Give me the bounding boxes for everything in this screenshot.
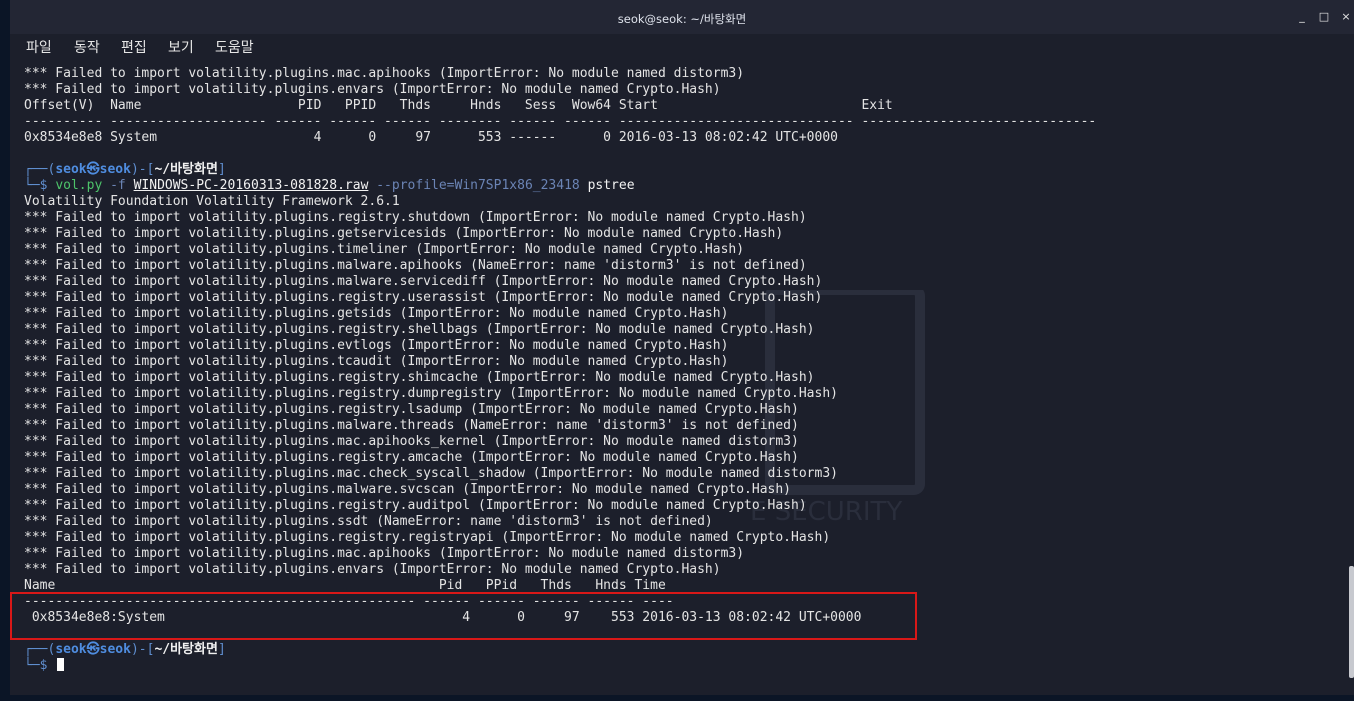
command-line: └─$ vol.py -f WINDOWS-PC-20160313-081828… xyxy=(24,178,635,194)
menu-bar: 파일 동작 편집 보기 도움말 xyxy=(10,34,1354,58)
output-line: *** Failed to import volatility.plugins.… xyxy=(24,402,799,417)
prompt-bracket-end: ] xyxy=(217,642,226,657)
command-flag-file: -f xyxy=(110,178,126,193)
output-line: *** Failed to import volatility.plugins.… xyxy=(24,546,745,561)
prompt-path: ~/바탕화면 xyxy=(154,162,218,177)
prompt-host: seok xyxy=(99,162,131,177)
output-line: *** Failed to import volatility.plugins.… xyxy=(24,338,729,353)
minimize-button[interactable]: _ xyxy=(1294,9,1310,25)
output-line: *** Failed to import volatility.plugins.… xyxy=(24,418,799,433)
prompt-user: seok xyxy=(55,642,87,657)
prompt-header-line: ┌──(seok㉿seok)-[~/바탕화면] xyxy=(24,642,226,658)
output-line: *** Failed to import volatility.plugins.… xyxy=(24,450,799,465)
menu-edit[interactable]: 편집 xyxy=(121,37,147,57)
prompt-user: seok xyxy=(55,162,87,177)
close-button[interactable]: × xyxy=(1338,9,1354,25)
window-title: seok@seok: ~/바탕화면 xyxy=(617,12,747,26)
menu-view[interactable]: 보기 xyxy=(168,37,194,57)
output-line: *** Failed to import volatility.plugins.… xyxy=(24,66,745,81)
output-line: *** Failed to import volatility.plugins.… xyxy=(24,466,838,481)
output-line: *** Failed to import volatility.plugins.… xyxy=(24,514,713,529)
output-line: *** Failed to import volatility.plugins.… xyxy=(24,498,807,513)
prompt-dollar: └─$ xyxy=(24,178,56,193)
output-line: *** Failed to import volatility.plugins.… xyxy=(24,210,807,225)
prompt-header-line: ┌──(seok㉿seok)-[~/바탕화면] xyxy=(24,162,226,178)
output-line: *** Failed to import volatility.plugins.… xyxy=(24,354,729,369)
prompt-at-icon: ㉿ xyxy=(86,642,100,657)
command-program: vol.py xyxy=(55,178,103,193)
output-line: 0x8534e8e8 System 4 0 97 553 ------ 0 20… xyxy=(24,130,838,145)
prompt-bracket: )-[ xyxy=(130,162,155,177)
output-line: *** Failed to import volatility.plugins.… xyxy=(24,274,823,289)
highlight-annotation-box xyxy=(10,592,917,640)
prompt-bracket-end: ] xyxy=(217,162,226,177)
command-filename: WINDOWS-PC-20160313-081828.raw xyxy=(133,178,369,193)
output-line: *** Failed to import volatility.plugins.… xyxy=(24,434,799,449)
output-line: *** Failed to import volatility.plugins.… xyxy=(24,386,838,401)
output-line: *** Failed to import volatility.plugins.… xyxy=(24,530,831,545)
prompt-path: ~/바탕화면 xyxy=(154,642,218,657)
prompt-corner: ┌──( xyxy=(24,162,56,177)
terminal-window: seok@seok: ~/바탕화면 _ □ × 파일 동작 편집 보기 도움말 … xyxy=(10,0,1354,695)
prompt-corner: ┌──( xyxy=(24,642,56,657)
output-line: Offset(V) Name PID PPID Thds Hnds Sess W… xyxy=(24,98,893,113)
menu-action[interactable]: 동작 xyxy=(74,37,100,57)
output-line: *** Failed to import volatility.plugins.… xyxy=(24,482,792,497)
prompt-bracket: )-[ xyxy=(130,642,155,657)
scrollbar-thumb[interactable] xyxy=(1349,566,1354,678)
output-line: *** Failed to import volatility.plugins.… xyxy=(24,322,815,337)
output-line: *** Failed to import volatility.plugins.… xyxy=(24,242,745,257)
input-line: └─$ xyxy=(24,658,65,674)
title-bar: seok@seok: ~/바탕화면 _ □ × xyxy=(10,0,1354,34)
maximize-button[interactable]: □ xyxy=(1316,9,1332,25)
menu-file[interactable]: 파일 xyxy=(26,37,52,57)
table-separator-line: ---------- -------------------- ------ -… xyxy=(24,114,1097,129)
prompt-at-icon: ㉿ xyxy=(86,162,100,177)
output-line: *** Failed to import volatility.plugins.… xyxy=(24,258,807,273)
output-line: *** Failed to import volatility.plugins.… xyxy=(24,226,784,241)
text-cursor[interactable] xyxy=(57,658,65,671)
prompt-host: seok xyxy=(99,642,131,657)
command-plugin: pstree xyxy=(587,178,635,193)
output-line: Volatility Foundation Volatility Framewo… xyxy=(24,194,400,209)
output-line: *** Failed to import volatility.plugins.… xyxy=(24,306,729,321)
menu-help[interactable]: 도움말 xyxy=(215,37,254,57)
output-line: *** Failed to import volatility.plugins.… xyxy=(24,290,823,305)
output-line: *** Failed to import volatility.plugins.… xyxy=(24,82,721,97)
output-line: *** Failed to import volatility.plugins.… xyxy=(24,562,721,577)
output-line: *** Failed to import volatility.plugins.… xyxy=(24,370,815,385)
command-flag-profile: --profile=Win7SP1x86_23418 xyxy=(376,178,580,193)
prompt-dollar: └─$ xyxy=(24,658,56,673)
